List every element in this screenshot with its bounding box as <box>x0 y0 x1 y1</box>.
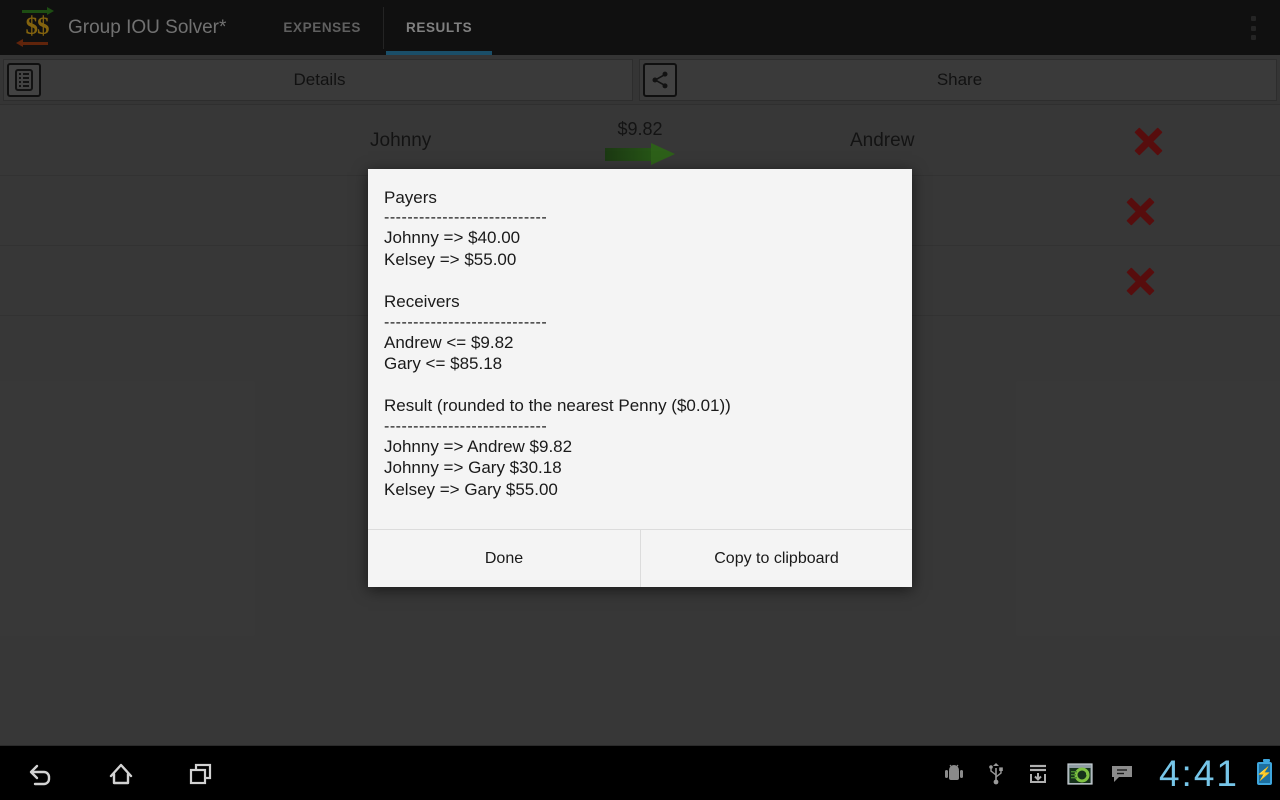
dialog-line: Result (rounded to the nearest Penny ($0… <box>384 396 731 416</box>
dialog-line: Kelsey => Gary $55.00 <box>384 479 558 499</box>
dialog-line <box>384 270 896 291</box>
usb-icon[interactable] <box>981 759 1011 789</box>
back-arrow-icon[interactable] <box>20 753 62 795</box>
message-bubble-icon[interactable] <box>1107 759 1137 789</box>
android-tablet-screen: $$ Group IOU Solver* EXPENSES RESULTS De… <box>0 0 1280 800</box>
dialog-line: Johnny => $40.00 <box>384 228 521 248</box>
dialog-line: ---------------------------- <box>384 313 548 331</box>
dialog-line: Andrew <= $9.82 <box>384 332 514 352</box>
dialog-body: Payers ---------------------------- John… <box>368 169 912 529</box>
status-clock: 4:41 <box>1158 753 1239 794</box>
dialog-line: Johnny => Gary $30.18 <box>384 458 562 478</box>
dialog-line <box>384 374 896 395</box>
screenshot-app-icon[interactable] <box>1065 759 1095 789</box>
nav-buttons <box>20 746 222 800</box>
copy-to-clipboard-button[interactable]: Copy to clipboard <box>640 530 912 587</box>
dialog-line: Kelsey => $55.00 <box>384 249 517 269</box>
dialog-line: Receivers <box>384 292 460 312</box>
charging-bolt: ⚡ <box>1256 766 1273 781</box>
battery-charging-icon: ⚡ <box>1256 759 1273 785</box>
status-icons: 4:41 ⚡ <box>939 746 1273 800</box>
system-navigation-bar: 4:41 ⚡ <box>0 745 1280 800</box>
dialog-line: ---------------------------- <box>384 209 548 227</box>
dialog-line: Gary <= $85.18 <box>384 354 503 374</box>
dialog-actions: Done Copy to clipboard <box>368 530 912 587</box>
home-icon[interactable] <box>100 753 142 795</box>
recent-apps-icon[interactable] <box>180 753 222 795</box>
result-summary-dialog: Payers ---------------------------- John… <box>368 169 912 587</box>
dialog-line: Johnny => Andrew $9.82 <box>384 436 573 456</box>
download-icon[interactable] <box>1023 759 1053 789</box>
dialog-line: ---------------------------- <box>384 417 548 435</box>
android-debug-icon[interactable] <box>939 759 969 789</box>
done-button[interactable]: Done <box>368 530 640 587</box>
dialog-line: Payers <box>384 188 437 207</box>
